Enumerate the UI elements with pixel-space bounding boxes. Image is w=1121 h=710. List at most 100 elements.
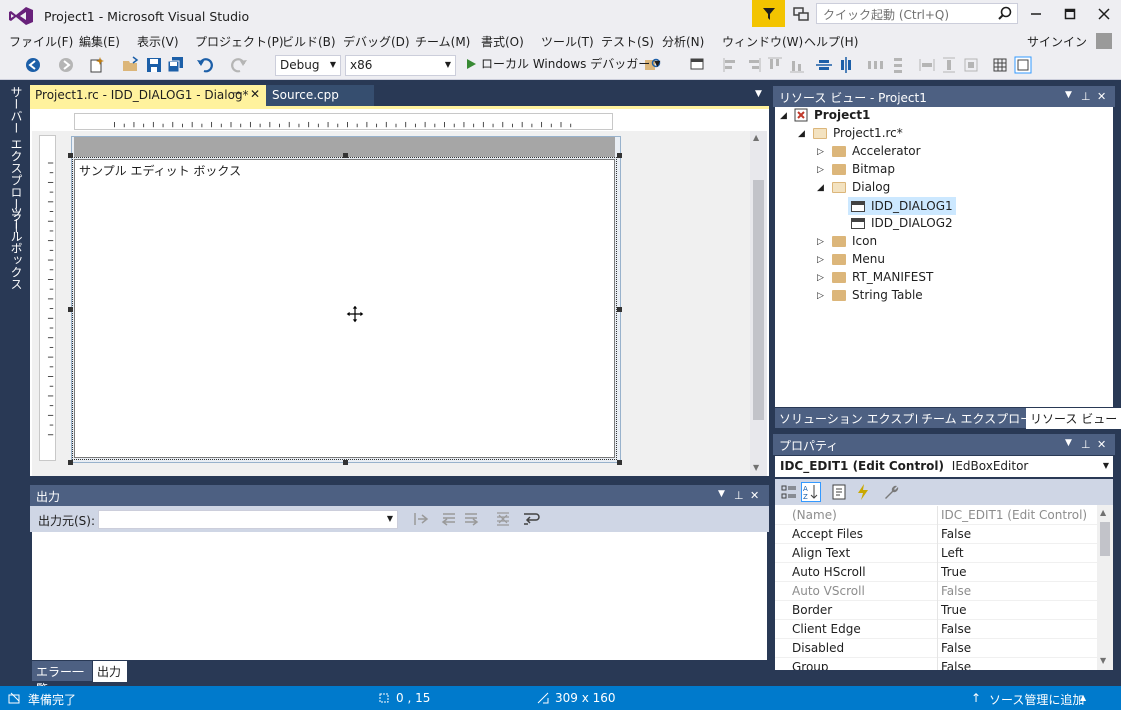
make-same-size-icon[interactable] <box>962 56 980 74</box>
chevron-up-icon[interactable]: ▲ <box>1080 693 1086 702</box>
collapsed-arrow-icon[interactable]: ▷ <box>817 255 824 265</box>
upload-arrow-icon[interactable]: ↑ <box>971 691 981 705</box>
close-button[interactable] <box>1087 0 1121 27</box>
property-row[interactable]: Border True <box>775 601 1097 620</box>
space-across-icon[interactable] <box>866 56 884 74</box>
properties-scroll-thumb[interactable] <box>1100 522 1110 556</box>
scroll-down-icon[interactable]: ▼ <box>1100 656 1106 665</box>
property-row[interactable]: Group False <box>775 658 1097 670</box>
resize-handle-se[interactable] <box>617 460 622 465</box>
sign-in-link[interactable]: サインイン <box>1027 33 1087 50</box>
menu-tools[interactable]: ツール(T) <box>541 33 594 50</box>
scroll-up-icon[interactable]: ▲ <box>1100 508 1106 517</box>
feedback-filter-button[interactable] <box>752 0 785 27</box>
make-same-width-icon[interactable] <box>918 56 936 74</box>
save-icon[interactable] <box>145 56 163 74</box>
resize-handle-sw[interactable] <box>68 460 73 465</box>
toggle-grid-icon[interactable] <box>991 56 1009 74</box>
navigate-forward-icon[interactable] <box>57 56 75 74</box>
output-source-select[interactable]: ▼ <box>98 510 398 529</box>
expanded-arrow-icon[interactable]: ◢ <box>798 129 805 139</box>
redo-icon[interactable] <box>230 56 248 74</box>
events-lightning-icon[interactable] <box>854 483 872 501</box>
search-icon[interactable] <box>998 6 1012 20</box>
resize-handle-n[interactable] <box>343 153 348 158</box>
align-top-icon[interactable] <box>766 56 784 74</box>
minimize-button[interactable] <box>1019 0 1053 27</box>
window-position-icon[interactable]: ▼ <box>1065 90 1072 100</box>
word-wrap-icon[interactable] <box>522 510 540 528</box>
property-row[interactable]: Auto VScroll False <box>775 582 1097 601</box>
resize-handle-s[interactable] <box>343 460 348 465</box>
tab-list-dropdown-icon[interactable]: ▼ <box>755 89 762 99</box>
collapsed-arrow-icon[interactable]: ▷ <box>817 147 824 157</box>
notification-icon[interactable] <box>792 5 810 23</box>
close-icon[interactable]: ✕ <box>750 489 759 502</box>
tree-item-bitmap[interactable]: Bitmap <box>832 162 895 176</box>
menu-debug[interactable]: デバッグ(D) <box>343 33 410 50</box>
solution-configuration-select[interactable]: Debug ▼ <box>275 55 341 76</box>
window-position-icon[interactable]: ▼ <box>718 489 725 499</box>
menu-help[interactable]: ヘルプ(H) <box>804 33 858 50</box>
space-down-icon[interactable] <box>889 56 907 74</box>
add-to-source-control[interactable]: ソース管理に追加 <box>989 691 1084 708</box>
solution-platform-select[interactable]: x86 ▼ <box>345 55 456 76</box>
pin-icon[interactable]: ⊥ <box>1081 438 1091 451</box>
test-dialog-icon[interactable] <box>688 56 706 74</box>
categorized-icon[interactable] <box>780 483 798 501</box>
wrench-icon[interactable] <box>882 483 900 501</box>
find-message-icon[interactable] <box>412 510 430 528</box>
toggle-guides-icon[interactable] <box>1014 56 1032 74</box>
tree-item-dialog[interactable]: Dialog <box>832 180 890 194</box>
properties-page-icon[interactable] <box>830 483 848 501</box>
property-row[interactable]: Client Edge False <box>775 620 1097 639</box>
start-debugging-button[interactable]: ローカル Windows デバッガー ▼ <box>465 55 660 72</box>
tree-item-string-table[interactable]: String Table <box>832 288 923 302</box>
expanded-arrow-icon[interactable]: ◢ <box>817 183 824 193</box>
menu-analyze[interactable]: 分析(N) <box>662 33 704 50</box>
collapsed-arrow-icon[interactable]: ▷ <box>817 273 824 283</box>
tab-source-cpp[interactable]: Source.cpp <box>266 85 374 106</box>
tree-item-project[interactable]: Project1 <box>794 108 870 122</box>
menu-window[interactable]: ウィンドウ(W) <box>722 33 803 50</box>
close-tab-icon[interactable]: ✕ <box>250 87 260 101</box>
collapsed-arrow-icon[interactable]: ▷ <box>817 165 824 175</box>
previous-message-icon[interactable] <box>440 510 458 528</box>
collapsed-arrow-icon[interactable]: ▷ <box>817 291 824 301</box>
resize-handle-e[interactable] <box>617 307 622 312</box>
tree-item-menu[interactable]: Menu <box>832 252 885 266</box>
new-project-icon[interactable] <box>88 56 106 74</box>
open-file-icon[interactable] <box>122 56 140 74</box>
property-row[interactable]: (Name) IDC_EDIT1 (Edit Control) <box>775 506 1097 525</box>
menu-edit[interactable]: 編集(E) <box>79 33 120 50</box>
maximize-button[interactable] <box>1053 0 1087 27</box>
tab-project1-rc-dialog[interactable]: Project1.rc - IDD_DIALOG1 - Dialog* ⊸ ✕ <box>30 85 266 106</box>
scroll-up-icon[interactable]: ▲ <box>753 133 759 142</box>
property-row[interactable]: Auto HScroll True <box>775 563 1097 582</box>
next-message-icon[interactable] <box>462 510 480 528</box>
tab-error-list[interactable]: エラー一覧 <box>32 661 92 696</box>
tab-output[interactable]: 出力 <box>93 661 127 682</box>
save-all-icon[interactable] <box>167 56 185 74</box>
close-icon[interactable]: ✕ <box>1097 90 1106 103</box>
menu-file[interactable]: ファイル(F) <box>9 33 73 50</box>
align-bottom-icon[interactable] <box>788 56 806 74</box>
tree-item-idd-dialog2[interactable]: IDD_DIALOG2 <box>851 216 953 230</box>
menu-build[interactable]: ビルド(B) <box>282 33 336 50</box>
center-horizontal-icon[interactable] <box>837 56 855 74</box>
window-position-icon[interactable]: ▼ <box>1065 438 1072 448</box>
pin-icon[interactable]: ⊥ <box>1081 90 1091 103</box>
property-row[interactable]: Align Text Left <box>775 544 1097 563</box>
pin-icon[interactable]: ⊸ <box>232 88 240 99</box>
align-right-icon[interactable] <box>744 56 762 74</box>
align-left-icon[interactable] <box>722 56 740 74</box>
clear-all-icon[interactable] <box>494 510 512 528</box>
editor-scroll-thumb[interactable] <box>753 180 764 420</box>
navigate-back-icon[interactable] <box>24 56 42 74</box>
close-icon[interactable]: ✕ <box>1097 438 1106 451</box>
tree-item-rc-file[interactable]: Project1.rc* <box>813 126 903 140</box>
menu-project[interactable]: プロジェクト(P) <box>195 33 284 50</box>
avatar[interactable] <box>1096 33 1112 49</box>
scroll-down-icon[interactable]: ▼ <box>753 463 759 472</box>
tree-item-icon[interactable]: Icon <box>832 234 877 248</box>
